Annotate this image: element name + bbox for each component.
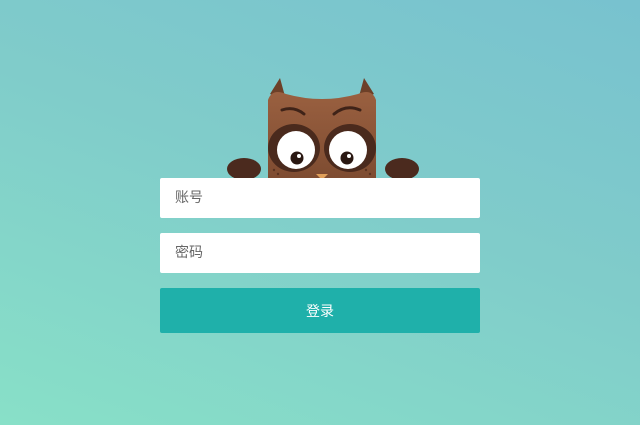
password-input[interactable] [160,233,480,273]
owl-right-paw [385,158,419,180]
owl-left-paw [227,158,261,180]
owl-mascot [224,74,420,180]
login-button[interactable]: 登录 [160,288,480,333]
account-input[interactable] [160,178,480,218]
owl-icon [227,78,419,180]
